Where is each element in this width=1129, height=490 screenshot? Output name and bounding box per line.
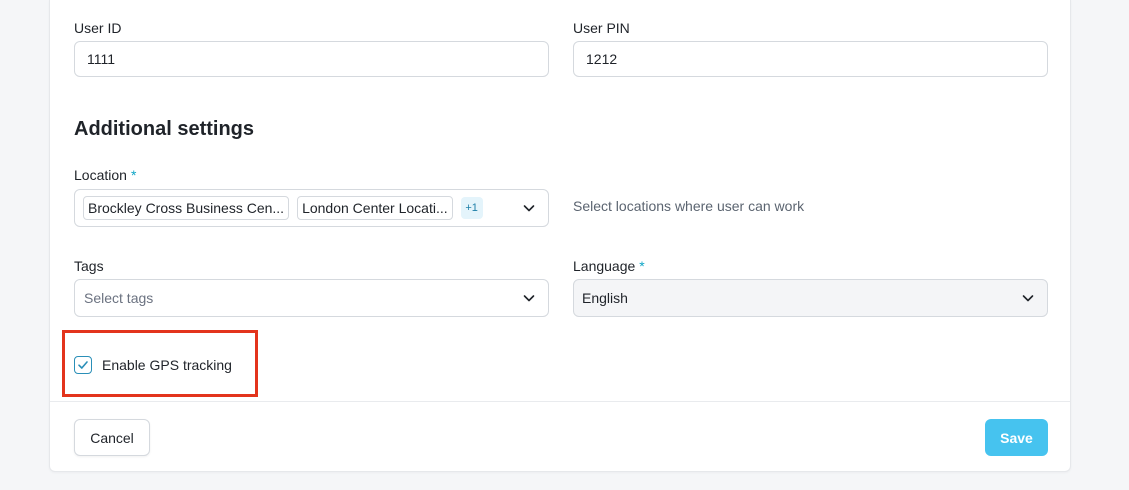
- location-label-text: Location: [74, 167, 127, 183]
- save-button[interactable]: Save: [985, 419, 1048, 456]
- tags-select[interactable]: Select tags: [74, 279, 549, 317]
- cancel-button[interactable]: Cancel: [74, 419, 150, 456]
- chevron-down-icon[interactable]: [1021, 291, 1035, 305]
- location-hint: Select locations where user can work: [573, 198, 805, 214]
- required-mark: *: [639, 258, 645, 274]
- user-pin-input[interactable]: [573, 41, 1048, 77]
- footer-divider: [50, 401, 1070, 402]
- language-value: English: [582, 290, 628, 306]
- check-icon: [78, 361, 88, 369]
- more-locations-badge: +1: [460, 197, 483, 219]
- chevron-down-icon[interactable]: [522, 201, 536, 215]
- gps-tracking-checkbox[interactable]: [74, 356, 92, 374]
- location-chip-1[interactable]: London Center Locati...: [297, 196, 453, 220]
- user-pin-label: User PIN: [573, 20, 630, 36]
- language-select[interactable]: English: [573, 279, 1048, 317]
- chevron-down-icon[interactable]: [522, 291, 536, 305]
- gps-tracking-label: Enable GPS tracking: [102, 357, 232, 373]
- location-label: Location *: [74, 167, 136, 183]
- user-id-label: User ID: [74, 20, 122, 36]
- language-label-text: Language: [573, 258, 636, 274]
- user-settings-card: User ID User PIN Additional settings Loc…: [49, 0, 1071, 472]
- location-chip-0[interactable]: Brockley Cross Business Cen...: [83, 196, 290, 220]
- user-id-input[interactable]: [74, 41, 549, 77]
- language-label: Language *: [573, 258, 645, 274]
- tags-placeholder: Select tags: [84, 290, 154, 306]
- section-title: Additional settings: [74, 118, 254, 140]
- location-select[interactable]: Brockley Cross Business Cen... London Ce…: [74, 189, 549, 227]
- gps-tracking-option[interactable]: Enable GPS tracking: [74, 356, 232, 374]
- required-mark: *: [130, 167, 137, 183]
- tags-label: Tags: [74, 258, 104, 274]
